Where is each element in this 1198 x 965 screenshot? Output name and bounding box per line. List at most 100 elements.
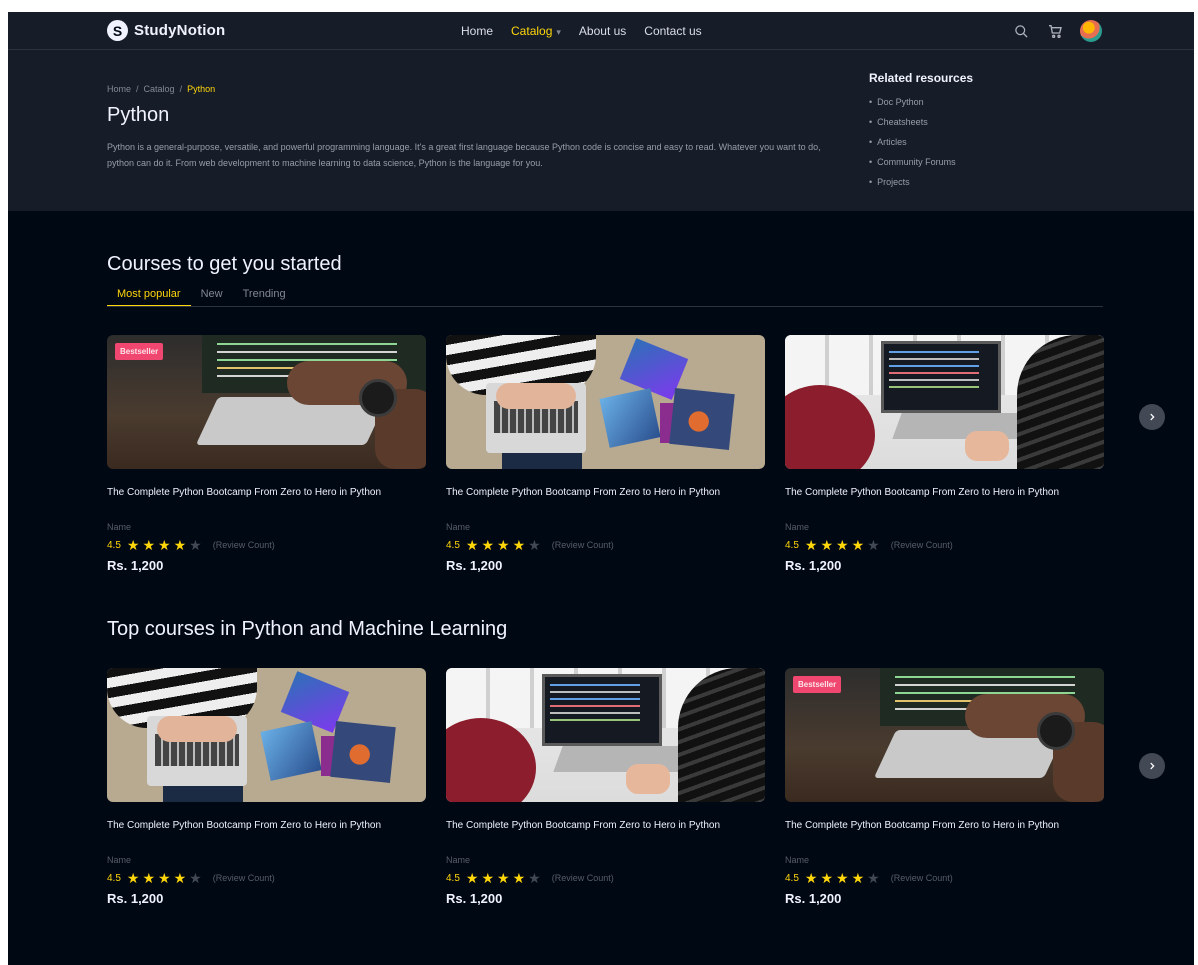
course-title: The Complete Python Bootcamp From Zero t… <box>785 820 1060 831</box>
course-rating: 4.5 ★ ★ ★ ★ ★ (Review Count) <box>107 871 426 885</box>
chevron-right-icon <box>1150 413 1155 421</box>
star-icon: ★ <box>804 870 818 886</box>
review-count: (Review Count) <box>212 873 275 883</box>
rating-value: 4.5 <box>785 539 799 551</box>
course-card[interactable]: The Complete Python Bootcamp From Zero t… <box>785 335 1104 573</box>
tab-new[interactable]: New <box>191 282 233 306</box>
chevron-right-icon <box>1150 762 1155 770</box>
star-icon: ★ <box>126 537 140 553</box>
tab-most-popular[interactable]: Most popular <box>107 282 191 306</box>
search-icon[interactable] <box>1012 22 1030 40</box>
related-resources-list: Doc Python Cheatsheets Articles Communit… <box>869 92 973 192</box>
course-author: Name <box>446 855 471 865</box>
course-author: Name <box>785 522 810 532</box>
course-thumbnail: Bestseller <box>107 335 426 469</box>
course-title: The Complete Python Bootcamp From Zero t… <box>446 820 721 831</box>
related-resources: Related resources Doc Python Cheatsheets… <box>869 71 973 192</box>
breadcrumb-catalog[interactable]: Catalog <box>144 84 175 94</box>
star-icon: ★ <box>512 537 526 553</box>
section-title-top-courses: Top courses in Python and Machine Learni… <box>107 618 508 640</box>
course-carousel-1: Bestseller The Complete Python Bootcamp … <box>107 335 1104 573</box>
breadcrumb-current: Python <box>187 84 216 94</box>
star-icon: ★ <box>804 537 818 553</box>
bestseller-badge: Bestseller <box>115 343 164 360</box>
star-icon: ★ <box>836 870 849 886</box>
star-icon: ★ <box>851 870 865 886</box>
star-empty-icon: ★ <box>528 870 541 886</box>
related-item-projects[interactable]: Projects <box>869 172 973 192</box>
course-rating: 4.5 ★ ★ ★ ★ ★ (Review Count) <box>107 538 426 552</box>
course-card[interactable]: Bestseller The Complete Python Bootcamp … <box>785 668 1104 906</box>
course-rating: 4.5 ★ ★ ★ ★ ★ (Review Count) <box>446 538 765 552</box>
course-card[interactable]: The Complete Python Bootcamp From Zero t… <box>446 335 765 573</box>
page-description: Python is a general-purpose, versatile, … <box>107 142 821 168</box>
course-price: Rs. 1,200 <box>107 558 164 573</box>
related-item-cheatsheets[interactable]: Cheatsheets <box>869 112 973 132</box>
cart-icon[interactable] <box>1046 22 1064 40</box>
catalog-hero: Home / Catalog / Python Python Python is… <box>8 50 1194 211</box>
rating-value: 4.5 <box>446 539 460 551</box>
related-item-articles[interactable]: Articles <box>869 132 973 152</box>
review-count: (Review Count) <box>551 873 614 883</box>
star-icon: ★ <box>836 537 849 553</box>
review-count: (Review Count) <box>890 540 953 550</box>
course-title: The Complete Python Bootcamp From Zero t… <box>785 487 1060 498</box>
nav-links: Home Catalog ▾ About us Contact us <box>461 24 702 38</box>
course-author: Name <box>107 855 132 865</box>
star-icon: ★ <box>481 870 495 886</box>
star-empty-icon: ★ <box>189 537 202 553</box>
related-item-community-forums[interactable]: Community Forums <box>869 152 973 172</box>
page-title: Python <box>107 104 170 126</box>
breadcrumb-separator: / <box>136 84 139 94</box>
course-card[interactable]: Bestseller The Complete Python Bootcamp … <box>107 335 426 573</box>
course-price: Rs. 1,200 <box>446 558 503 573</box>
related-item-doc-python[interactable]: Doc Python <box>869 92 973 112</box>
course-carousel-2: The Complete Python Bootcamp From Zero t… <box>107 668 1104 906</box>
rating-value: 4.5 <box>107 872 121 884</box>
breadcrumb-home[interactable]: Home <box>107 84 131 94</box>
course-title: The Complete Python Bootcamp From Zero t… <box>107 487 382 498</box>
star-icon: ★ <box>481 537 495 553</box>
star-empty-icon: ★ <box>867 870 880 886</box>
nav-home[interactable]: Home <box>461 24 493 38</box>
course-title: The Complete Python Bootcamp From Zero t… <box>107 820 382 831</box>
star-icon: ★ <box>497 870 510 886</box>
logo-mark: S <box>107 20 128 41</box>
course-tabs: Most popular New Trending <box>107 282 1103 307</box>
nav-about[interactable]: About us <box>579 24 626 38</box>
course-thumbnail <box>446 335 765 469</box>
course-card[interactable]: The Complete Python Bootcamp From Zero t… <box>446 668 765 906</box>
course-price: Rs. 1,200 <box>785 558 842 573</box>
nav-catalog[interactable]: Catalog ▾ <box>511 24 561 38</box>
nav-actions <box>1012 20 1102 42</box>
course-thumbnail: Bestseller <box>785 668 1104 802</box>
star-icon: ★ <box>512 870 526 886</box>
nav-catalog-label: Catalog <box>511 24 553 38</box>
course-price: Rs. 1,200 <box>446 891 503 906</box>
course-thumbnail <box>446 668 765 802</box>
rating-value: 4.5 <box>107 539 121 551</box>
course-price: Rs. 1,200 <box>785 891 842 906</box>
star-icon: ★ <box>173 537 187 553</box>
nav-contact[interactable]: Contact us <box>644 24 701 38</box>
chevron-down-icon: ▾ <box>556 27 561 37</box>
logo[interactable]: S StudyNotion <box>107 20 225 41</box>
carousel-next-button[interactable] <box>1139 404 1165 430</box>
star-icon: ★ <box>465 537 479 553</box>
course-card[interactable]: The Complete Python Bootcamp From Zero t… <box>107 668 426 906</box>
bestseller-badge: Bestseller <box>793 676 842 693</box>
related-resources-title: Related resources <box>869 71 974 85</box>
star-icon: ★ <box>465 870 479 886</box>
section-title-get-started: Courses to get you started <box>107 253 342 275</box>
course-rating: 4.5 ★ ★ ★ ★ ★ (Review Count) <box>446 871 765 885</box>
avatar[interactable] <box>1080 20 1102 42</box>
breadcrumb-separator: / <box>179 84 183 94</box>
carousel-next-button[interactable] <box>1139 753 1165 779</box>
star-icon: ★ <box>142 870 156 886</box>
star-icon: ★ <box>497 537 510 553</box>
review-count: (Review Count) <box>212 540 275 550</box>
breadcrumb: Home / Catalog / Python <box>107 84 215 94</box>
course-author: Name <box>107 522 132 532</box>
course-title: The Complete Python Bootcamp From Zero t… <box>446 487 721 498</box>
tab-trending[interactable]: Trending <box>233 282 296 306</box>
